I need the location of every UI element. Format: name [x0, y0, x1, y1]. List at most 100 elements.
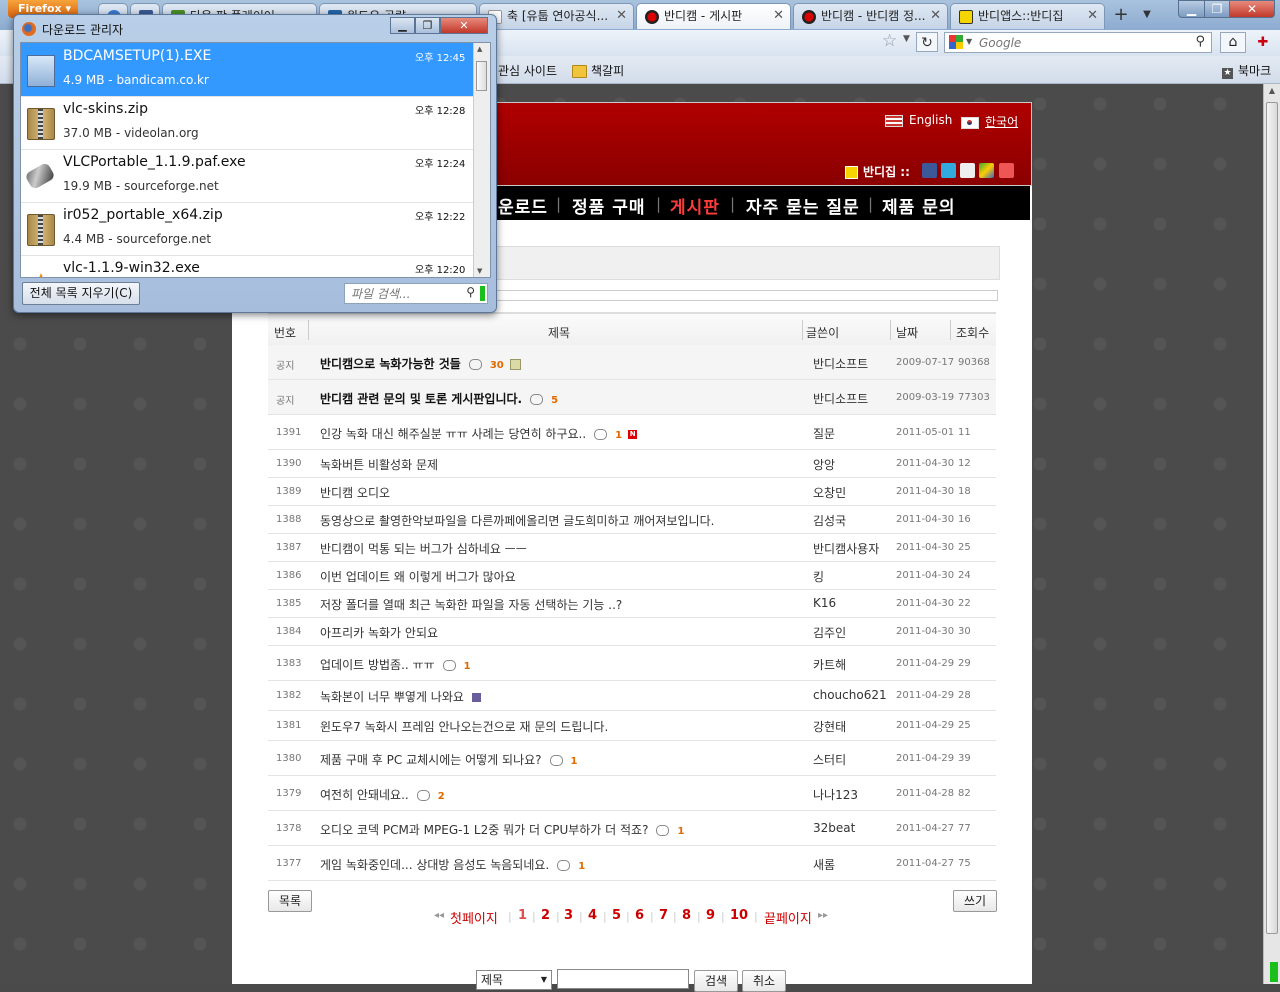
- table-row[interactable]: 공지 반디캠으로 녹화가능한 것들 30 반디소프트 2009-07-17 90368: [268, 345, 996, 380]
- table-row[interactable]: 1390 녹화버튼 비활성화 문제 앙앙 2011-04-30 12: [268, 450, 996, 478]
- write-button[interactable]: 쓰기: [953, 890, 997, 912]
- row-author[interactable]: 카트해: [813, 656, 846, 673]
- page-link-7[interactable]: 7: [659, 908, 668, 923]
- row-author[interactable]: 반디소프트: [813, 355, 868, 372]
- language-english-link[interactable]: English: [885, 113, 952, 127]
- tab-bandizip[interactable]: 반디앱스::반디집 ✕: [950, 3, 1105, 29]
- bookmark-folder-bookmarks[interactable]: 책갈피: [572, 62, 624, 79]
- search-field-select[interactable]: 제목 ▼: [476, 970, 552, 990]
- page-link-5[interactable]: 5: [612, 908, 621, 923]
- table-row[interactable]: 1384 아프리카 녹화가 안되요 김주인 2011-04-30 30: [268, 618, 996, 646]
- search-input[interactable]: [977, 35, 1181, 51]
- table-row[interactable]: 1380 제품 구매 후 PC 교체시에는 어떻게 되나요? 1 스터티 2011-04…: [268, 741, 996, 776]
- board-cancel-button[interactable]: 취소: [742, 970, 786, 992]
- chevron-down-icon[interactable]: ▼: [966, 37, 972, 46]
- scroll-thumb[interactable]: [1266, 102, 1278, 934]
- twitter-icon[interactable]: [941, 163, 956, 178]
- bookmark-star-icon[interactable]: ☆: [882, 31, 897, 51]
- home-button[interactable]: ⌂: [1220, 32, 1246, 53]
- row-author[interactable]: 오창민: [813, 484, 846, 501]
- bookmark-interest-sites[interactable]: 관심 사이트: [498, 62, 557, 79]
- download-search-box[interactable]: ⚲: [344, 283, 488, 304]
- row-title-link[interactable]: 업데이트 방법좀.. ㅠㅠ 1: [320, 656, 471, 673]
- row-author[interactable]: 스터티: [813, 751, 846, 768]
- row-author[interactable]: 32beat: [813, 821, 855, 835]
- download-item[interactable]: ir052_portable_x64.zip 4.4 MB - sourcefor…: [21, 202, 474, 256]
- row-title-link[interactable]: 저장 폴더를 열때 최근 녹화한 파일을 자동 선택하는 기능 ..?: [320, 596, 622, 613]
- row-title-link[interactable]: 오디오 코덱 PCM과 MPEG-1 L2중 뭐가 더 CPU부하가 더 적죠?…: [320, 821, 684, 838]
- close-tab-icon[interactable]: ✕: [1087, 4, 1098, 28]
- facebook-icon[interactable]: [922, 163, 937, 178]
- row-title-link[interactable]: 녹화본이 너무 뿌옇게 나와요: [320, 688, 481, 705]
- addon-icon[interactable]: ✚: [1250, 32, 1276, 53]
- table-row[interactable]: 1382 녹화본이 너무 뿌옇게 나와요 choucho621 2011-04-29 2…: [268, 681, 996, 711]
- table-row[interactable]: 1386 이번 업데이트 왜 이렇게 버그가 많아요 킹 2011-04-30 24: [268, 562, 996, 590]
- page-link-3[interactable]: 3: [564, 908, 573, 923]
- row-title-link[interactable]: 녹화버튼 비활성화 문제: [320, 456, 438, 473]
- page-link-6[interactable]: 6: [635, 908, 644, 923]
- print-icon[interactable]: [960, 163, 975, 178]
- first-page-link[interactable]: 첫페이지: [450, 908, 498, 927]
- maximize-button[interactable]: ❐: [1204, 0, 1230, 18]
- row-author[interactable]: 새롬: [813, 856, 835, 873]
- row-title-link[interactable]: 반디캠 오디오: [320, 484, 390, 501]
- board-search-button[interactable]: 검색: [694, 970, 738, 992]
- table-row[interactable]: 1388 동영상으로 촬영한악보파일을 다른까페에올리면 글도희미하고 깨어져보입…: [268, 506, 996, 534]
- clear-list-button[interactable]: 전체 목록 지우기(C): [22, 282, 140, 305]
- scroll-thumb[interactable]: [476, 61, 487, 91]
- row-author[interactable]: 질문: [813, 425, 835, 442]
- menu-download[interactable]: 운로드: [498, 193, 548, 218]
- table-row[interactable]: 1383 업데이트 방법좀.. ㅠㅠ 1 카트해 2011-04-29 29: [268, 646, 996, 681]
- row-title-link[interactable]: 동영상으로 촬영한악보파일을 다른까페에올리면 글도희미하고 깨어져보입니다.: [320, 512, 714, 529]
- menu-board[interactable]: 게시판: [670, 193, 720, 218]
- bandizip-link[interactable]: 반디집 ::: [845, 163, 910, 180]
- search-icon[interactable]: ⚲: [1195, 34, 1205, 49]
- row-author[interactable]: 김주인: [813, 624, 846, 641]
- menu-contact[interactable]: 제품 문의: [882, 193, 955, 218]
- row-author[interactable]: K16: [813, 596, 836, 610]
- row-title-link[interactable]: 반디캠이 먹통 되는 버그가 심하네요 ㅡㅡ: [320, 540, 527, 557]
- scroll-up-arrow[interactable]: ▲: [477, 45, 482, 53]
- page-link-1[interactable]: 1: [518, 908, 527, 923]
- row-author[interactable]: 나나123: [813, 786, 858, 803]
- row-title-link[interactable]: 반디캠으로 녹화가능한 것들 30: [320, 355, 521, 372]
- close-tab-icon[interactable]: ✕: [773, 4, 784, 28]
- row-title-link[interactable]: 반디캠 관련 문의 및 토론 게시판입니다. 5: [320, 390, 558, 407]
- menu-faq[interactable]: 자주 묻는 질문: [746, 193, 860, 218]
- row-title-link[interactable]: 게임 녹화중인데... 상대방 음성도 녹음되네요. 1: [320, 856, 585, 873]
- dl-close-button[interactable]: ✕: [440, 17, 488, 34]
- table-row[interactable]: 공지 반디캠 관련 문의 및 토론 게시판입니다. 5 반디소프트 2009-03-19…: [268, 380, 996, 415]
- close-window-button[interactable]: ✕: [1229, 0, 1275, 18]
- download-list-scrollbar[interactable]: ▲ ▼: [473, 43, 490, 277]
- table-row[interactable]: 1385 저장 폴더를 열때 최근 녹화한 파일을 자동 선택하는 기능 ..? K…: [268, 590, 996, 618]
- scroll-down-arrow[interactable]: ▼: [477, 267, 482, 275]
- row-author[interactable]: 김성국: [813, 512, 846, 529]
- last-page-link[interactable]: 끝페이지: [764, 908, 812, 927]
- close-tab-icon[interactable]: ✕: [616, 4, 627, 28]
- download-item[interactable]: BDCAMSETUP(1).EXE 4.9 MB - bandicam.co.kr…: [21, 43, 474, 97]
- page-link-4[interactable]: 4: [588, 908, 597, 923]
- table-row[interactable]: 1378 오디오 코덱 PCM과 MPEG-1 L2중 뭐가 더 CPU부하가 더…: [268, 811, 996, 846]
- dl-minimize-button[interactable]: ▁: [390, 17, 415, 34]
- row-author[interactable]: choucho621: [813, 688, 887, 702]
- table-row[interactable]: 1389 반디캠 오디오 오창민 2011-04-30 18: [268, 478, 996, 506]
- table-row[interactable]: 1377 게임 녹화중인데... 상대방 음성도 녹음되네요. 1 새롬 2011-04…: [268, 846, 996, 881]
- row-author[interactable]: 앙앙: [813, 456, 835, 473]
- download-search-input[interactable]: [349, 286, 471, 302]
- download-item[interactable]: vlc-skins.zip 37.0 MB - videolan.org 오후 12…: [21, 96, 474, 150]
- tab-youtube-yuna[interactable]: 축 [유툽 연아공식... ✕: [479, 3, 634, 29]
- resize-grip[interactable]: [1270, 962, 1278, 982]
- bookmarks-menu-button[interactable]: ★ 북마크: [1222, 62, 1271, 79]
- tab-bandicam-info[interactable]: 반디캠 - 반디캠 정... ✕: [793, 3, 948, 29]
- page-link-2[interactable]: 2: [541, 908, 550, 923]
- chevron-down-icon[interactable]: ▼: [903, 34, 910, 44]
- download-item[interactable]: vlc-1.1.9-win32.exe 오후 12:20: [21, 255, 474, 277]
- list-all-tabs-button[interactable]: ▼: [1137, 3, 1157, 27]
- google-icon[interactable]: [949, 35, 964, 50]
- page-scrollbar[interactable]: ▲: [1263, 84, 1280, 984]
- google-share-icon[interactable]: [979, 163, 994, 178]
- search-icon[interactable]: ⚲: [466, 285, 475, 299]
- page-link-8[interactable]: 8: [682, 908, 691, 923]
- dl-maximize-button[interactable]: ❐: [415, 17, 440, 34]
- row-author[interactable]: 반디캠사용자: [813, 540, 879, 557]
